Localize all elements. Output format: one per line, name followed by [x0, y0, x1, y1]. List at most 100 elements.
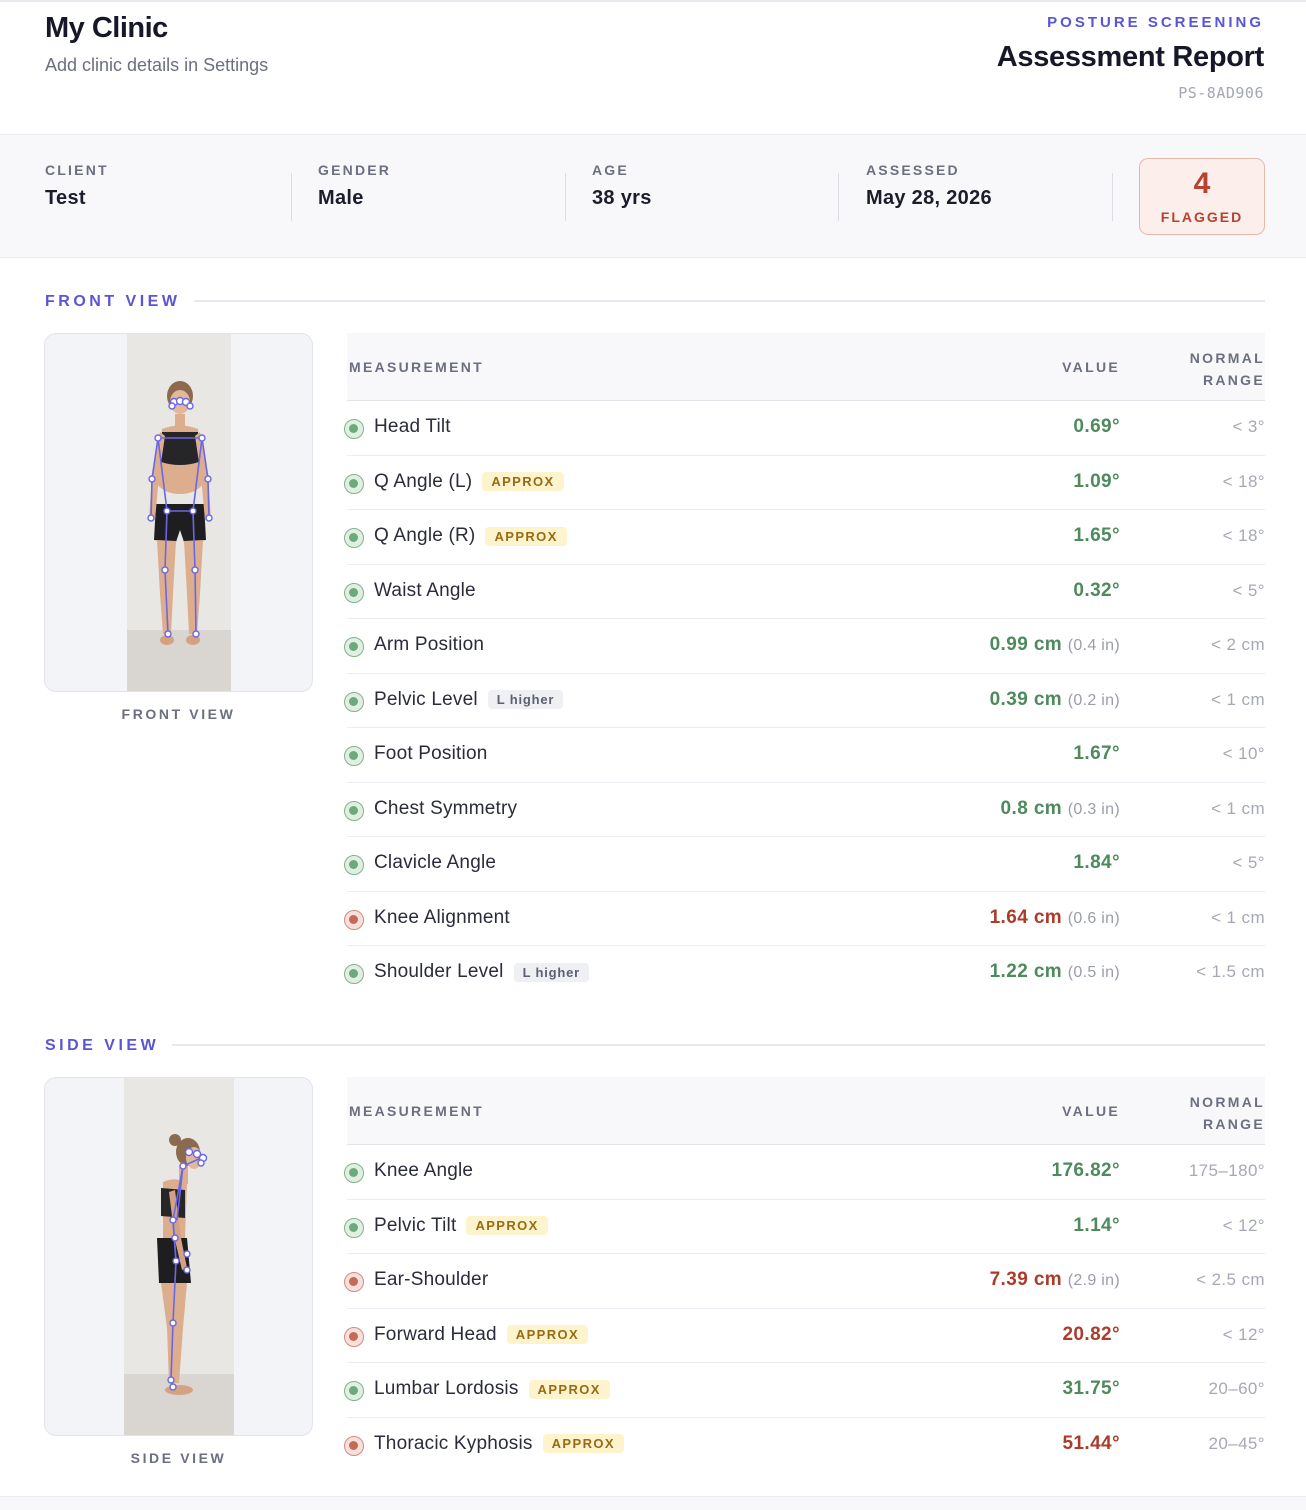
- divider: [565, 173, 566, 221]
- status-ok-icon: [344, 419, 364, 439]
- normal-range: < 1 cm: [1211, 907, 1265, 927]
- measurement-value: 20.82°: [1062, 1323, 1120, 1345]
- status-ok-icon: [344, 528, 364, 548]
- measurement-value-cell: 1.22 cm (0.5 in): [990, 961, 1120, 983]
- divider: [838, 173, 839, 221]
- measurement-name: Waist Angle: [374, 579, 476, 601]
- normal-range: < 2.5 cm: [1196, 1270, 1265, 1289]
- front-view-photo: [44, 333, 313, 692]
- imperial-value: (0.4 in): [1067, 637, 1120, 654]
- measurement-value-cell: 0.32°: [1073, 580, 1120, 602]
- measurement-value-cell: 0.99 cm (0.4 in): [990, 634, 1120, 656]
- range-header-line2: RANGE: [1202, 372, 1265, 388]
- measurement-value-cell: 0.69°: [1073, 416, 1120, 438]
- measurement-name-cell: Q Angle (R) APPROX: [374, 525, 567, 547]
- table-row: Lumbar Lordosis APPROX 31.75° 20–60°: [344, 1363, 1265, 1418]
- measurement-name: Lumbar Lordosis: [374, 1378, 519, 1399]
- status-ok-icon: [344, 855, 364, 875]
- normal-range: < 12°: [1222, 1324, 1265, 1344]
- info-value: May 28, 2026: [866, 187, 992, 209]
- info-label: GENDER: [318, 162, 392, 178]
- measurement-name-cell: Lumbar Lordosis APPROX: [374, 1378, 610, 1400]
- status-flagged-icon: [344, 1435, 364, 1456]
- normal-range: 20–60°: [1208, 1379, 1265, 1398]
- side-measurements-table: MEASUREMENT VALUE NORMAL RANGE Knee Angl…: [344, 1077, 1265, 1472]
- flagged-count-badge: 4 FLAGGED: [1139, 158, 1265, 235]
- range-header-line1: NORMAL: [1189, 1094, 1265, 1110]
- column-header-range: NORMAL RANGE: [1190, 1091, 1265, 1135]
- imperial-value: (0.3 in): [1067, 800, 1120, 818]
- table-row: Q Angle (R) APPROX 1.65° < 18°: [344, 510, 1265, 565]
- measurement-value: 7.39 cm: [989, 1269, 1063, 1290]
- measurement-value-cell: 20.82°: [1062, 1324, 1120, 1346]
- normal-range: < 18°: [1222, 471, 1265, 491]
- measurement-name-cell: Head Tilt: [374, 416, 451, 438]
- measurement-value-cell: 1.67°: [1073, 743, 1120, 765]
- measurement-name: Foot Position: [374, 743, 488, 764]
- measurement-value: 176.82°: [1051, 1160, 1120, 1181]
- measurement-name: Pelvic Tilt: [374, 1214, 457, 1236]
- approx-badge: APPROX: [528, 1379, 610, 1399]
- table-row: Shoulder Level L higher 1.22 cm (0.5 in) < …: [344, 946, 1265, 1001]
- measurement-value: 1.67°: [1073, 743, 1120, 764]
- approx-badge: APPROX: [482, 472, 564, 491]
- normal-range: < 5°: [1232, 580, 1265, 600]
- section-rule: [172, 1044, 1265, 1046]
- measurement-name: Q Angle (R): [374, 525, 476, 546]
- table-row: Foot Position 1.67° < 10°: [344, 728, 1265, 783]
- report-kicker: POSTURE SCREENING: [1047, 14, 1264, 31]
- front-photo-caption: FRONT VIEW: [121, 706, 236, 722]
- section-rule: [194, 300, 1265, 302]
- measurement-name: Forward Head: [374, 1323, 497, 1345]
- side-badge: L higher: [513, 962, 590, 982]
- imperial-value: (0.5 in): [1067, 964, 1120, 981]
- info-value: 38 yrs: [592, 187, 652, 209]
- client-info-band: CLIENT Test GENDER Male AGE 38 yrs ASSES…: [0, 134, 1306, 258]
- measurement-name-cell: Arm Position: [374, 634, 484, 656]
- range-header-line1: NORMAL: [1189, 350, 1265, 366]
- measurement-name-cell: Chest Symmetry: [374, 798, 517, 820]
- side-badge: L higher: [487, 690, 564, 709]
- front-view-section-title: FRONT VIEW: [45, 293, 181, 310]
- measurement-name-cell: Thoracic Kyphosis APPROX: [374, 1433, 624, 1455]
- measurement-value-cell: 1.64 cm (0.6 in): [990, 907, 1120, 929]
- measurement-value: 51.44°: [1062, 1432, 1120, 1454]
- measurement-value: 1.14°: [1073, 1214, 1120, 1236]
- divider: [1112, 173, 1113, 221]
- measurement-value: 0.39 cm: [989, 688, 1063, 710]
- approx-badge: APPROX: [466, 1216, 548, 1235]
- measurement-name-cell: Ear-Shoulder: [374, 1269, 488, 1291]
- imperial-value: (0.6 in): [1067, 909, 1120, 927]
- normal-range: < 12°: [1222, 1215, 1265, 1235]
- measurement-value: 0.69°: [1073, 416, 1120, 437]
- column-header-range: NORMAL RANGE: [1190, 347, 1265, 391]
- column-header-measurement: MEASUREMENT: [349, 1103, 484, 1119]
- measurement-name-cell: Forward Head APPROX: [374, 1323, 589, 1346]
- flagged-count: 4: [1193, 167, 1211, 200]
- measurement-name: Knee Alignment: [374, 906, 510, 928]
- side-view-section-title: SIDE VIEW: [45, 1037, 160, 1054]
- measurement-name-cell: Shoulder Level L higher: [374, 961, 590, 983]
- approx-badge: APPROX: [485, 526, 567, 546]
- normal-range: < 10°: [1222, 744, 1265, 763]
- table-row: Clavicle Angle 1.84° < 5°: [344, 837, 1265, 892]
- normal-range: < 5°: [1232, 853, 1265, 872]
- normal-range: 175–180°: [1188, 1161, 1265, 1180]
- normal-range: < 1.5 cm: [1196, 962, 1265, 981]
- measurement-value: 31.75°: [1062, 1378, 1120, 1399]
- measurement-value-cell: 7.39 cm (2.9 in): [990, 1269, 1120, 1291]
- imperial-value: (0.2 in): [1067, 691, 1120, 709]
- table-row: Knee Angle 176.82° 175–180°: [344, 1145, 1265, 1200]
- measurement-value-cell: 1.14°: [1073, 1215, 1120, 1237]
- imperial-value: (2.9 in): [1067, 1272, 1120, 1289]
- measurement-name: Shoulder Level: [374, 961, 504, 982]
- status-flagged-icon: [344, 909, 364, 930]
- measurement-name-cell: Knee Angle: [374, 1160, 473, 1182]
- measurement-value: 1.64 cm: [989, 906, 1063, 928]
- status-ok-icon: [344, 800, 364, 821]
- measurement-name-cell: Knee Alignment: [374, 907, 510, 929]
- table-header: MEASUREMENT VALUE NORMAL RANGE: [347, 333, 1265, 401]
- info-value: Test: [45, 187, 86, 209]
- status-ok-icon: [344, 582, 364, 603]
- side-photo-caption: SIDE VIEW: [130, 1450, 227, 1466]
